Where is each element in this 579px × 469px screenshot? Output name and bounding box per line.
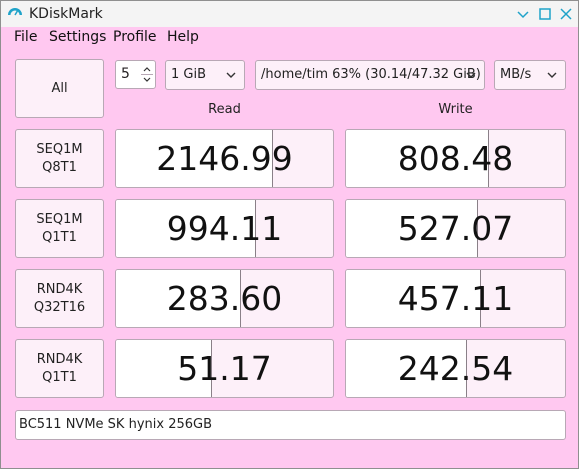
write-result-seq1m-q1t1: 527.07 [345, 199, 566, 258]
menu-bar: File Settings Profile Help [1, 27, 578, 49]
result-value: 51.17 [177, 349, 272, 388]
write-column-header: Write [438, 102, 473, 117]
device-info-field[interactable]: BC511 NVMe SK hynix 256GB [15, 410, 566, 440]
write-result-rnd4k-q1t1: 242.54 [345, 339, 566, 398]
unit-select[interactable]: MB/s [494, 60, 566, 90]
test-params: Q8T1 [42, 159, 77, 175]
write-result-seq1m-q8t1: 808.48 [345, 129, 566, 188]
device-name: BC511 NVMe SK hynix 256GB [19, 417, 213, 432]
loops-value: 5 [121, 66, 130, 82]
unit-value: MB/s [500, 67, 532, 82]
result-value: 2146.99 [156, 139, 293, 178]
result-value: 283.60 [166, 279, 283, 318]
result-value: 994.11 [166, 209, 283, 248]
test-size-select[interactable]: 1 GiB [165, 60, 245, 90]
result-value: 808.48 [397, 139, 514, 178]
chevron-down-icon [466, 72, 476, 78]
read-result-rnd4k-q1t1: 51.17 [115, 339, 334, 398]
menu-file[interactable]: File [14, 29, 37, 45]
read-result-seq1m-q8t1: 2146.99 [115, 129, 334, 188]
read-result-seq1m-q1t1: 994.11 [115, 199, 334, 258]
menu-profile[interactable]: Profile [113, 29, 157, 45]
result-value: 457.11 [397, 279, 514, 318]
loops-spinbox[interactable]: 5 [115, 60, 156, 89]
test-name: SEQ1M [36, 211, 83, 227]
test-name: SEQ1M [36, 141, 83, 157]
app-window: KDiskMark File Settings Profile Help All… [0, 0, 579, 469]
result-value: 527.07 [397, 209, 514, 248]
write-result-rnd4k-q32t16: 457.11 [345, 269, 566, 328]
test-size-value: 1 GiB [171, 67, 207, 82]
test-params: Q32T16 [33, 299, 86, 315]
chevron-down-icon [226, 72, 236, 78]
menu-help[interactable]: Help [167, 29, 199, 45]
seq1m-q8t1-button[interactable]: SEQ1M Q8T1 [15, 129, 104, 188]
seq1m-q1t1-button[interactable]: SEQ1M Q1T1 [15, 199, 104, 258]
rnd4k-q32t16-button[interactable]: RND4K Q32T16 [15, 269, 104, 328]
close-icon[interactable] [557, 5, 575, 23]
test-name: RND4K [36, 281, 83, 297]
read-result-rnd4k-q32t16: 283.60 [115, 269, 334, 328]
rnd4k-q1t1-button[interactable]: RND4K Q1T1 [15, 339, 104, 398]
minimize-icon[interactable] [514, 5, 532, 23]
maximize-icon[interactable] [536, 5, 554, 23]
menu-settings[interactable]: Settings [49, 29, 106, 45]
read-column-header: Read [208, 102, 241, 117]
run-all-button[interactable]: All [15, 59, 104, 118]
test-params: Q1T1 [42, 369, 77, 385]
title-bar[interactable]: KDiskMark [1, 1, 578, 27]
target-path-value: /home/tim 63% (30.14/47.32 GiB) [261, 67, 481, 82]
spin-arrows-icon[interactable] [141, 63, 153, 86]
chevron-down-icon [547, 72, 557, 78]
test-name: RND4K [36, 351, 83, 367]
kdiskmark-app-icon [7, 8, 23, 22]
window-title: KDiskMark [29, 6, 103, 22]
target-path-select[interactable]: /home/tim 63% (30.14/47.32 GiB) [255, 60, 485, 90]
test-params: Q1T1 [42, 229, 77, 245]
result-value: 242.54 [397, 349, 514, 388]
